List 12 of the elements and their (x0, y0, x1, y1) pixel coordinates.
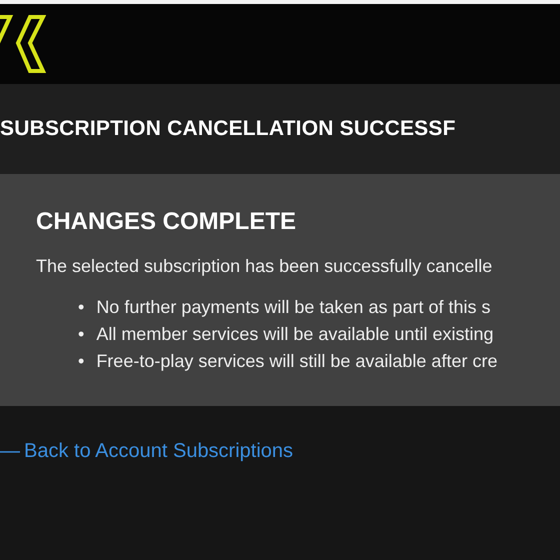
info-bullet: No further payments will be taken as part of this s (96, 297, 490, 318)
bullet-marker: • (78, 324, 84, 345)
panel-heading: CHANGES COMPLETE (36, 208, 298, 236)
bullet-marker: • (78, 297, 84, 318)
info-bullet: All member services will be available until existing (96, 324, 494, 345)
page-title: SUBSCRIPTION CANCELLATION SUCCESSF (0, 117, 456, 141)
bullet-marker: • (78, 351, 84, 372)
back-arrow: — (0, 440, 20, 463)
back-link[interactable]: Back to Account Subscriptions (24, 440, 294, 463)
logo-icon (0, 13, 46, 75)
status-message: The selected subscription has been successfully cancelle (36, 256, 494, 277)
info-bullet: Free-to-play services will still be available after cre (96, 351, 498, 372)
